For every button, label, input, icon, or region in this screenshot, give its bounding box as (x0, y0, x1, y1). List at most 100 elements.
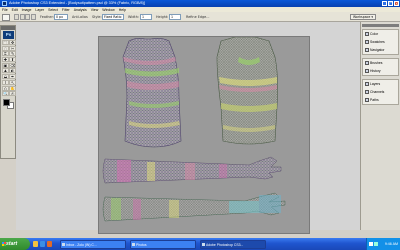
panel-navigator[interactable]: Navigator (363, 46, 398, 54)
panel-channels[interactable]: Channels (363, 88, 398, 96)
task-inbox[interactable]: Inbox - Zolo (IN) C... (60, 239, 126, 249)
panel-layers-label: Layers (370, 82, 381, 86)
clone-stamp-tool-icon[interactable]: ⬆ (9, 57, 16, 63)
channels-icon (364, 90, 369, 94)
tool-grid: ⬚ ✥ ◌ ✂ ⌗ ✎ ✚ ⬆ ▣ ⌫ ▲ ◐ ◒ ✒ T ↖ ◇ ✋ 🔍 ✍ (1, 40, 16, 97)
crop-tool-icon[interactable]: ✂ (9, 45, 16, 51)
task-photos[interactable]: Photos (130, 239, 196, 249)
subtract-selection-icon[interactable] (25, 14, 30, 20)
quick-launch-media-icon[interactable] (47, 241, 52, 247)
menu-edit[interactable]: Edit (12, 8, 18, 12)
uv-pattern-artwork (102, 37, 286, 222)
toolbox-grip[interactable] (1, 26, 15, 30)
panel-dock: Color Swatches Navigator Brushes History… (360, 22, 400, 230)
back-torso-piece (216, 37, 278, 145)
clock: 9:46 AM (384, 241, 398, 246)
width-input[interactable]: 1 (140, 14, 152, 20)
antialias-checkbox[interactable]: Anti-alias (72, 15, 88, 19)
maximize-icon[interactable]: □ (388, 1, 393, 6)
dock-grip[interactable] (362, 24, 399, 27)
hand-tool-icon[interactable]: ✋ (9, 85, 16, 91)
menu-view[interactable]: View (91, 8, 99, 12)
color-swatches (2, 98, 15, 109)
panel-brushes[interactable]: Brushes (363, 59, 398, 67)
menu-window[interactable]: Window (102, 8, 114, 12)
workspace-button[interactable]: Workspace ▾ (350, 13, 376, 20)
menu-analysis[interactable]: Analysis (74, 8, 87, 12)
panel-channels-label: Channels (370, 90, 385, 94)
history-brush-tool-icon[interactable]: ▣ (2, 62, 9, 68)
panel-paths[interactable]: Paths (363, 96, 398, 104)
panel-group-3: Layers Channels Paths (362, 79, 399, 105)
panel-paths-label: Paths (370, 98, 379, 102)
task-photoshop-label: Adobe Photoshop CS3... (206, 242, 244, 247)
brush-tool-icon[interactable]: ✎ (9, 51, 16, 57)
photoshop-app-icon (2, 1, 7, 6)
panel-history[interactable]: History (363, 67, 398, 75)
marquee-tool-icon[interactable]: ⬚ (2, 40, 9, 45)
quick-launch-folder-icon[interactable] (33, 241, 38, 247)
type-tool-icon[interactable]: T (2, 79, 9, 85)
slice-tool-icon[interactable]: ⌗ (2, 51, 9, 57)
path-selection-tool-icon[interactable]: ↖ (9, 79, 16, 85)
shape-tool-icon[interactable]: ◇ (2, 85, 9, 91)
document-canvas[interactable] (98, 36, 310, 234)
panel-navigator-label: Navigator (370, 48, 385, 52)
task-photoshop[interactable]: Adobe Photoshop CS3... (200, 239, 266, 249)
zoom-tool-icon[interactable]: 🔍 (2, 91, 9, 97)
panel-color-label: Color (370, 32, 379, 36)
menu-image[interactable]: Image (22, 8, 32, 12)
move-tool-icon[interactable]: ✥ (9, 40, 16, 45)
menu-select[interactable]: Select (48, 8, 58, 12)
network-icon[interactable] (369, 241, 373, 246)
swatches-icon (364, 40, 369, 44)
gradient-tool-icon[interactable]: ▲ (2, 68, 9, 74)
start-label: start (6, 241, 18, 247)
style-label: Style: (92, 15, 102, 19)
panel-history-label: History (370, 69, 381, 73)
intersect-selection-icon[interactable] (30, 14, 36, 20)
new-selection-icon[interactable] (14, 14, 19, 20)
style-select[interactable]: Fixed Ratio (102, 14, 124, 20)
healing-tool-icon[interactable]: ✚ (2, 57, 9, 63)
quick-launch-ie-icon[interactable] (40, 241, 45, 247)
window-title: Adobe Photoshop CS3 Extended - [Bodysuit… (9, 1, 145, 6)
volume-icon[interactable] (374, 241, 378, 246)
task-inbox-label: Inbox - Zolo (IN) C... (66, 242, 97, 247)
add-selection-icon[interactable] (19, 14, 25, 20)
panel-color[interactable]: Color (363, 30, 398, 38)
foreground-color-swatch[interactable] (2, 98, 10, 106)
options-bar: Feather: 0 px Anti-alias Style: Fixed Ra… (0, 12, 400, 22)
toolbox: Ps ⬚ ✥ ◌ ✂ ⌗ ✎ ✚ ⬆ ▣ ⌫ ▲ ◐ ◒ ✒ T ↖ ◇ ✋ 🔍… (0, 25, 16, 159)
folder-icon (132, 242, 135, 246)
feather-input[interactable]: 0 px (54, 14, 68, 20)
tool-preset-picker[interactable] (2, 13, 10, 21)
panel-group-1: Color Swatches Navigator (362, 29, 399, 55)
dodge-tool-icon[interactable]: ◒ (2, 74, 9, 80)
refine-edge-button[interactable]: Refine Edge... (186, 15, 210, 19)
panel-layers[interactable]: Layers (363, 80, 398, 88)
photoshop-icon (202, 242, 205, 246)
width-label: Width: (128, 15, 139, 19)
mail-icon (62, 242, 65, 246)
blur-tool-icon[interactable]: ◐ (9, 68, 16, 74)
panel-group-2: Brushes History (362, 58, 399, 76)
menu-filter[interactable]: Filter (62, 8, 70, 12)
close-icon[interactable]: × (394, 1, 399, 6)
menu-help[interactable]: Help (119, 8, 126, 12)
notes-tool-icon[interactable]: ✍ (9, 91, 16, 97)
lower-arm-piece (102, 192, 286, 222)
eraser-tool-icon[interactable]: ⌫ (9, 62, 16, 68)
start-button[interactable]: start (0, 238, 30, 250)
lasso-tool-icon[interactable]: ◌ (2, 45, 9, 51)
upper-arm-piece (102, 156, 282, 184)
height-input[interactable]: 1 (169, 14, 181, 20)
menu-layer[interactable]: Layer (35, 8, 44, 12)
layers-icon (364, 82, 369, 86)
pen-tool-icon[interactable]: ✒ (9, 74, 16, 80)
panel-swatches[interactable]: Swatches (363, 38, 398, 46)
panel-brushes-label: Brushes (370, 61, 383, 65)
menu-file[interactable]: File (2, 8, 8, 12)
ps-logo: Ps (3, 30, 14, 39)
minimize-icon[interactable]: _ (382, 1, 387, 6)
